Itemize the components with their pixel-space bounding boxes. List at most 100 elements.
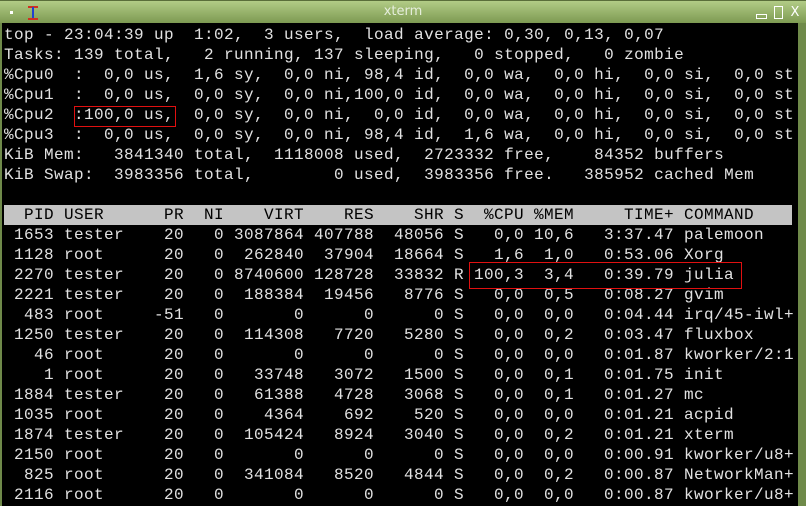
cell-res: 128728: [313, 266, 374, 284]
close-button[interactable]: X: [788, 5, 802, 20]
cell-ni: 0: [213, 426, 224, 444]
header-pid: PID: [23, 206, 54, 224]
cell-pr: 20: [163, 426, 184, 444]
process-row[interactable]: 825 root 20 0 341084 8520 4844 S 0,0 0,2 0:00.87 Ne…: [4, 465, 794, 485]
cell-shr: 0: [433, 346, 444, 364]
header-state: S: [454, 206, 465, 224]
cell-time: 0:03.47: [603, 326, 674, 344]
cell-shr: 8776: [403, 286, 444, 304]
maximize-button[interactable]: [771, 5, 785, 20]
cell-shr: 48056: [393, 226, 444, 244]
cell-state: S: [454, 486, 465, 504]
cell-state: S: [454, 466, 465, 484]
cell-state: S: [454, 446, 465, 464]
cell-cpu: 0,0: [493, 466, 524, 484]
process-row[interactable]: 1 root 20 0 33748 3072 1500 S 0,0 0,1 0:01.75 init: [4, 365, 792, 385]
cell-virt: 61388: [253, 386, 304, 404]
cell-pid: 2270: [13, 266, 54, 284]
cell-cpu: 0,0: [493, 366, 524, 384]
cell-res: 7720: [333, 326, 374, 344]
process-row[interactable]: 1874 tester 20 0 105424 8924 3040 S 0,0 0,2 0:01.2…: [4, 425, 792, 445]
cell-time: 0:01.21: [603, 406, 674, 424]
minimize-icon: [755, 14, 767, 19]
highlight-box-julia: [469, 262, 742, 289]
cell-shr: 0: [433, 446, 444, 464]
cell-ni: 0: [213, 366, 224, 384]
cell-ni: 0: [213, 446, 224, 464]
process-row[interactable]: 1035 root 20 0 4364 692 520 S 0,0 0,0 0:01.21 acpid: [4, 405, 792, 425]
cell-user: tester: [64, 326, 125, 344]
cell-mem: 10,6: [533, 226, 574, 244]
cell-cpu: 0,0: [493, 426, 524, 444]
cell-res: 19456: [323, 286, 374, 304]
header-user: USER: [64, 206, 105, 224]
header-cpu: %CPU: [483, 206, 524, 224]
cell-pr: 20: [163, 366, 184, 384]
cell-ni: 0: [213, 286, 224, 304]
summary-line: %Cpu3 : 0,0 us, 0,0 sy, 0,0 ni, 98,4 id,…: [4, 126, 795, 144]
cell-state: S: [454, 386, 465, 404]
cell-res: 0: [363, 346, 374, 364]
terminal-area[interactable]: top - 23:04:39 up 1:02, 3 users, load av…: [2, 23, 798, 506]
header-shr: SHR: [413, 206, 444, 224]
process-row[interactable]: 483 root -51 0 0 0 0 S 0,0 0,0 0:04.44 irq/45-iwl+: [4, 305, 794, 325]
summary-line: %Cpu1 : 0,0 us, 0,0 sy, 0,0 ni,100,0 id,…: [4, 86, 795, 104]
cell-pid: 2116: [13, 486, 54, 504]
cell-pid: 1653: [13, 226, 54, 244]
cell-cpu: 0,0: [493, 306, 524, 324]
cell-user: root: [64, 306, 105, 324]
cell-ni: 0: [213, 246, 224, 264]
cell-pid: 1874: [13, 426, 54, 444]
header-mem: %MEM: [533, 206, 574, 224]
process-row[interactable]: 2150 root 20 0 0 0 0 S 0,0 0,0 0:00.91 kworker/u8+: [4, 445, 794, 465]
cell-ni: 0: [213, 266, 224, 284]
cell-virt: 0: [293, 346, 304, 364]
cell-res: 692: [343, 406, 374, 424]
cell-cpu: 0,0: [493, 486, 524, 504]
cell-virt: 0: [293, 486, 304, 504]
cell-shr: 0: [433, 306, 444, 324]
cell-time: 0:01.87: [603, 346, 674, 364]
cell-time: 0:00.87: [603, 486, 674, 504]
cell-command: acpid: [684, 406, 735, 424]
cell-ni: 0: [213, 486, 224, 504]
cell-res: 4728: [333, 386, 374, 404]
cell-command: xterm: [684, 426, 735, 444]
cell-pid: 1035: [13, 406, 54, 424]
cell-virt: 0: [293, 446, 304, 464]
cell-pr: 20: [163, 246, 184, 264]
cell-shr: 4844: [403, 466, 444, 484]
process-row[interactable]: 1884 tester 20 0 61388 4728 3068 S 0,0 0,1 0:01.27…: [4, 385, 792, 405]
process-table-header: PID USER PR NI VIRT RES SHR S %CPU %MEM TIME+ COMMA…: [4, 205, 792, 225]
cell-user: root: [64, 446, 105, 464]
process-row[interactable]: 1653 tester 20 0 3087864 407788 48056 S 0,0 10,6 3…: [4, 225, 792, 245]
cell-time: 0:01.27: [603, 386, 674, 404]
cell-state: S: [454, 426, 465, 444]
cell-pid: 483: [23, 306, 54, 324]
cell-ni: 0: [213, 406, 224, 424]
header-res: RES: [343, 206, 374, 224]
cell-res: 0: [363, 446, 374, 464]
cell-mem: 0,2: [543, 466, 574, 484]
highlight-box-cpu2: [74, 106, 176, 127]
minimize-button[interactable]: [754, 5, 768, 20]
window-titlebar[interactable]: xterm X: [0, 0, 806, 23]
cell-virt: 0: [293, 306, 304, 324]
cell-command: kworker/u8+: [684, 446, 795, 464]
process-row[interactable]: 1250 tester 20 0 114308 7720 5280 S 0,0 0,2 0:03.4…: [4, 325, 792, 345]
cell-pr: 20: [163, 466, 184, 484]
process-row[interactable]: 2116 root 20 0 0 0 0 S 0,0 0,0 0:00.87 kworker/u8+: [4, 485, 794, 505]
process-row[interactable]: 46 root 20 0 0 0 0 S 0,0 0,0 0:01.87 kworker/2:1: [4, 345, 794, 365]
cell-shr: 1500: [403, 366, 444, 384]
cell-user: root: [64, 346, 105, 364]
header-time: TIME+: [623, 206, 674, 224]
header-pr: PR: [163, 206, 184, 224]
summary-line: %Cpu0 : 0,0 us, 1,6 sy, 0,0 ni, 98,4 id,…: [4, 66, 795, 84]
cell-command: kworker/u8+: [684, 486, 795, 504]
cell-virt: 114308: [243, 326, 304, 344]
cell-ni: 0: [213, 326, 224, 344]
maximize-icon: [773, 6, 783, 19]
cell-user: root: [64, 466, 105, 484]
cell-time: 0:00.91: [603, 446, 674, 464]
cell-user: tester: [64, 266, 125, 284]
